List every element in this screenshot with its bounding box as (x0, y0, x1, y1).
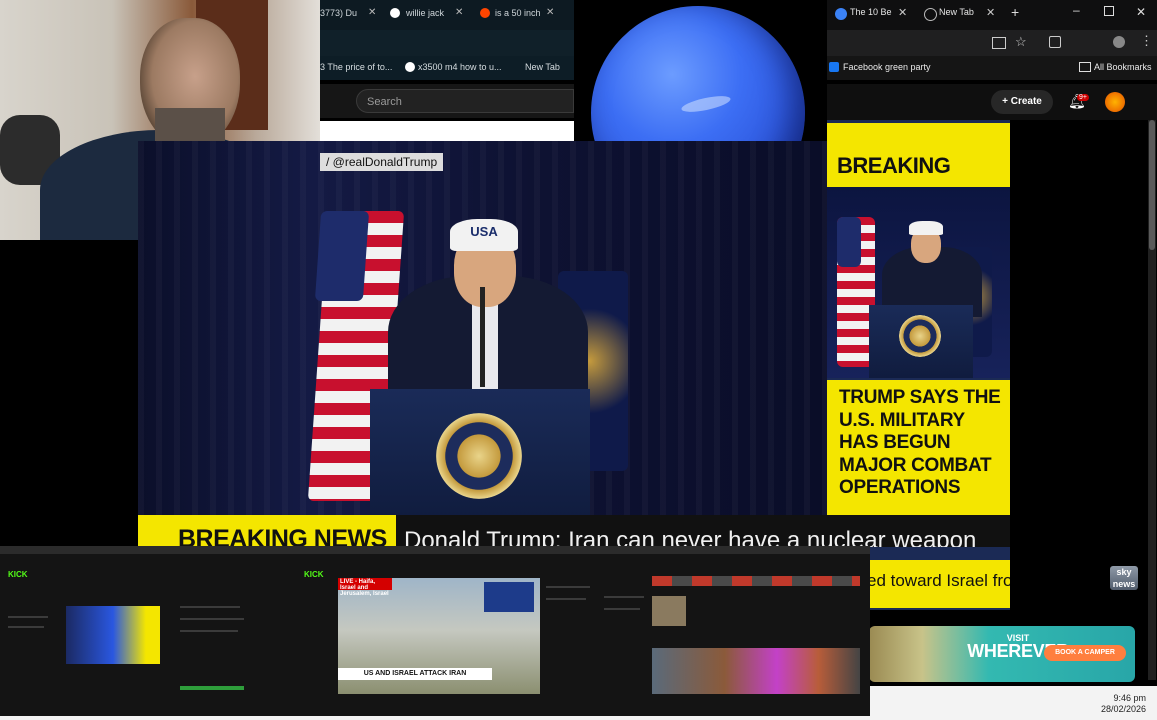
add-tab-icon[interactable]: + (1011, 4, 1019, 20)
maximize-icon[interactable] (1104, 6, 1114, 16)
white-bar (320, 121, 574, 141)
extensions-icon[interactable] (1049, 36, 1061, 48)
install-icon[interactable] (992, 37, 1006, 49)
sky-news-logo: sky news (1110, 566, 1138, 590)
left-url-bar[interactable] (320, 30, 574, 56)
clock-time: 9:46 pm (1113, 693, 1146, 703)
close-icon[interactable]: ✕ (368, 7, 376, 18)
left-bookmarks-bar: 3 The price of to... x3500 m4 how to u..… (320, 56, 574, 80)
close-icon[interactable]: ✕ (546, 7, 554, 18)
close-icon[interactable]: ✕ (455, 7, 463, 18)
left-tab-strip: 3773) Du ✕ willie jack ✕ is a 50 inch ✕ (320, 0, 574, 30)
nested-text-line (8, 616, 48, 618)
avatar[interactable] (1105, 92, 1125, 112)
google-icon (405, 62, 415, 72)
news-line: HAS BEGUN (839, 432, 951, 453)
nested-image-results (652, 648, 860, 694)
tab-left-2[interactable]: willie jack (406, 8, 444, 18)
nested-image-strip (652, 576, 860, 586)
handle-label: / @realDonaldTrump (320, 153, 444, 171)
nested-window-2: KICK (296, 546, 599, 716)
breaking-news-label: BREAKING NEWS (138, 515, 396, 547)
book-a-camper-button[interactable]: BOOK A CAMPER (1044, 645, 1126, 661)
clock-date: 28/02/2026 (1100, 704, 1146, 714)
nested-text-line (604, 608, 640, 610)
nested-tabbar (0, 546, 296, 554)
scrollbar[interactable] (1148, 120, 1156, 680)
news-line: U.S. MILITARY (839, 409, 965, 431)
us-flag-canton (837, 217, 861, 267)
news-ticker: ed toward Israel fro (869, 560, 1010, 608)
headline-text: Donald Trump: Iran can never have a nucl… (396, 515, 1010, 547)
nested-text-line (8, 626, 44, 628)
news-line: TRUMP SAYS THE (839, 387, 1001, 408)
nested-text-line (180, 606, 240, 608)
main-video-player[interactable]: USA (138, 141, 827, 519)
nested-tabbar (296, 546, 598, 554)
microphone (480, 287, 485, 387)
tab-left-1[interactable]: 3773) Du (320, 8, 357, 18)
nested-tabbar (598, 546, 870, 554)
folder-icon (1079, 62, 1091, 72)
news-panel-photo (827, 187, 1010, 378)
right-bookmarks-bar: Facebook green party All Bookmarks (827, 56, 1157, 80)
close-window-icon[interactable]: ✕ (1136, 5, 1146, 19)
close-icon[interactable]: ✕ (986, 6, 995, 19)
minimize-icon[interactable]: – (1073, 3, 1080, 17)
bookmark-left-1[interactable]: 3 The price of to... (320, 62, 392, 72)
tab-right-2[interactable]: New Tab (939, 7, 974, 23)
nested-text-line (604, 596, 644, 598)
create-label: Create (1010, 96, 1042, 107)
reddit-icon (480, 8, 490, 18)
tab-right-1[interactable]: The 10 Be (850, 7, 892, 23)
nested-text-line (546, 598, 586, 600)
bookmark-facebook-green-party[interactable]: Facebook green party (843, 62, 931, 72)
nested-screenshots: KICK KICK (0, 546, 870, 716)
scrollbar-thumb[interactable] (1149, 120, 1155, 250)
right-tab-strip: The 10 Be ✕ New Tab ✕ + – ✕ (827, 0, 1157, 30)
more-icon[interactable]: ⋮ (1140, 33, 1153, 49)
kick-logo: KICK (8, 570, 28, 579)
bookmark-all-bookmarks[interactable]: All Bookmarks (1094, 62, 1152, 72)
plus-icon: + (1002, 96, 1011, 107)
presidential-seal (899, 315, 941, 357)
star-icon[interactable]: ☆ (1015, 34, 1027, 50)
usa-cap: USA (450, 219, 518, 251)
news-panel-text: TRUMP SAYS THE U.S. MILITARY HAS BEGUN M… (827, 380, 1010, 516)
notification-badge: 9+ (1077, 94, 1089, 101)
nested-inset-video (484, 582, 534, 612)
bookmark-left-2[interactable]: x3500 m4 how to u... (418, 62, 502, 72)
news-line: MAJOR COMBAT (839, 454, 992, 476)
news-line: OPERATIONS (839, 477, 961, 498)
neptune-storm (680, 92, 732, 116)
search-input[interactable]: Search (356, 89, 574, 113)
create-button[interactable]: + Create (991, 90, 1053, 114)
facebook-icon (829, 62, 839, 72)
right-url-bar[interactable]: ☆ ⋮ (827, 30, 1157, 56)
kick-logo: KICK (304, 570, 324, 579)
tab-favicon (835, 8, 847, 20)
nested-live-label: LIVE - Haifa, Israel and Jerusalem, Isra… (338, 578, 392, 597)
nested-video-thumb (66, 606, 160, 664)
bookmark-left-3[interactable]: New Tab (525, 62, 560, 72)
nested-attack-label: US AND ISRAEL ATTACK IRAN (338, 668, 492, 680)
nested-image (652, 596, 686, 626)
nested-green-bar (180, 686, 244, 690)
nested-text-line (180, 618, 244, 620)
tab-left-3[interactable]: is a 50 inch (495, 8, 541, 18)
new-tab-icon (924, 8, 937, 21)
nested-text-line (546, 586, 590, 588)
usa-cap (909, 221, 943, 235)
nested-window-3 (598, 546, 870, 716)
us-flag-canton (314, 211, 370, 301)
profile-icon[interactable] (1113, 36, 1125, 48)
news-panel-heading: BREAKING NEWS (827, 123, 1010, 264)
presidential-seal (436, 413, 522, 499)
google-icon (390, 8, 400, 18)
close-icon[interactable]: ✕ (898, 6, 907, 19)
nested-text-line (180, 630, 238, 632)
nested-window-1: KICK (0, 546, 297, 716)
